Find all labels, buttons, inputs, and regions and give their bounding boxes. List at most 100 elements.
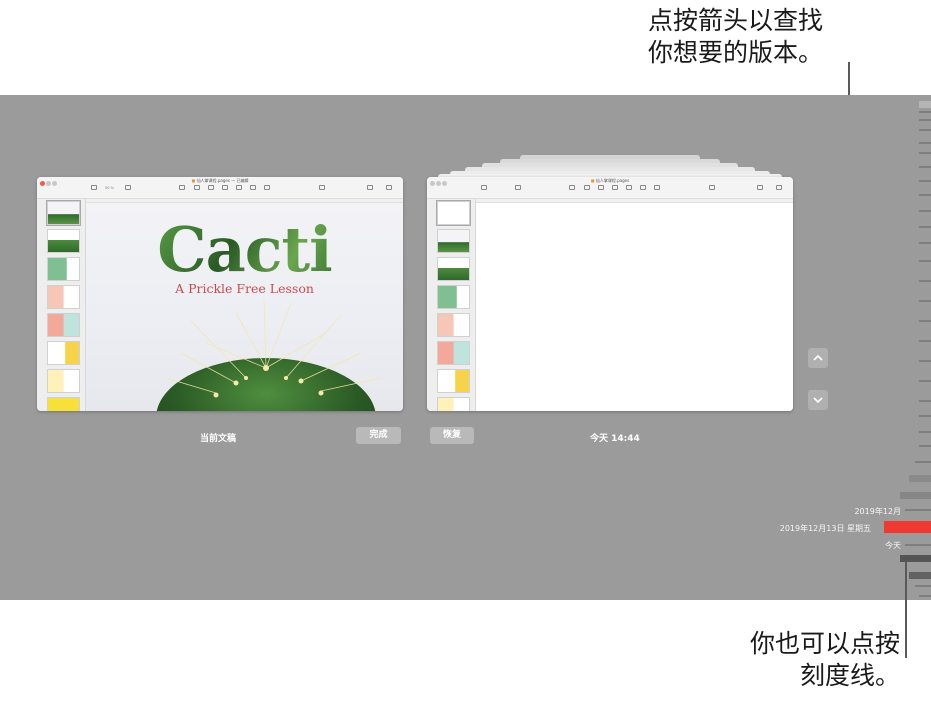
timeline-tick[interactable] xyxy=(909,475,931,482)
page-thumbnail xyxy=(437,229,470,253)
version-window[interactable]: ■ 仙人掌课程.pages xyxy=(427,177,793,411)
timeline-tick[interactable] xyxy=(919,360,931,362)
insert-icon[interactable] xyxy=(179,185,185,190)
callout-ticks-hint: 你也可以点按 刻度线。 xyxy=(700,628,900,692)
timeline-month-label: 2019年12月 xyxy=(854,507,901,516)
callout-arrows-hint: 点按箭头以查找 你想要的版本。 xyxy=(648,5,888,69)
page-thumbnail[interactable] xyxy=(47,257,80,281)
done-button[interactable]: 完成 xyxy=(356,427,401,444)
chart-icon xyxy=(598,185,604,190)
page-thumbnail xyxy=(437,285,470,309)
share-icon[interactable] xyxy=(319,185,325,190)
timeline-date-label: 2019年12月13日 星期五 xyxy=(779,524,871,533)
next-version-button[interactable] xyxy=(808,390,828,410)
page-thumbnail[interactable] xyxy=(47,397,80,411)
timeline-tick[interactable] xyxy=(919,142,931,144)
timeline-tick[interactable] xyxy=(919,152,931,154)
window-title-text: 仙人掌课程.pages xyxy=(595,178,630,183)
timeline-tick[interactable] xyxy=(919,445,931,447)
window-title: ■ 仙人掌课程.pages — 已编辑 xyxy=(191,178,249,183)
view-icon xyxy=(481,185,487,190)
page-thumbnail xyxy=(437,397,470,411)
timeline-tick[interactable] xyxy=(919,380,931,382)
timeline-tick[interactable] xyxy=(919,101,931,108)
timeline-tick[interactable] xyxy=(919,242,931,244)
share-icon xyxy=(709,185,715,190)
text-icon[interactable] xyxy=(222,185,228,190)
timeline-tick[interactable] xyxy=(919,415,931,417)
page-thumbnail[interactable] xyxy=(47,285,80,309)
version-browser: ■ 仙人掌课程.pages — 已编辑 50 % Cacti A Prickle… xyxy=(0,95,931,600)
current-document-label: 当前文稿 xyxy=(200,434,237,444)
callout-bottom-leader xyxy=(905,562,907,658)
timeline-tick[interactable] xyxy=(900,555,931,562)
comment-icon[interactable] xyxy=(264,185,270,190)
timeline-tick[interactable] xyxy=(919,129,931,131)
timeline-tick[interactable] xyxy=(919,320,931,322)
document-icon xyxy=(776,185,782,190)
timeline-tick[interactable] xyxy=(919,260,931,262)
table-icon[interactable] xyxy=(194,185,200,190)
cactus-photo xyxy=(156,297,382,411)
timeline-tick[interactable] xyxy=(919,119,931,121)
page-thumbnail xyxy=(437,369,470,393)
timeline-tick[interactable] xyxy=(919,210,931,212)
timeline-tick[interactable] xyxy=(919,431,931,433)
page-thumbnail[interactable] xyxy=(47,341,80,365)
window-title-text: 仙人掌课程.pages xyxy=(196,178,230,183)
page-thumbnail xyxy=(437,341,470,365)
timeline-tick[interactable] xyxy=(919,400,931,402)
document-canvas[interactable]: Cacti A Prickle Free Lesson xyxy=(86,203,403,411)
timeline-tick[interactable] xyxy=(905,544,931,546)
table-icon xyxy=(584,185,590,190)
page-thumbnail[interactable] xyxy=(47,229,80,253)
media-icon[interactable] xyxy=(250,185,256,190)
page-thumbnail[interactable] xyxy=(47,313,80,337)
timeline-tick[interactable] xyxy=(919,111,931,113)
comment-icon xyxy=(654,185,660,190)
current-document-window[interactable]: ■ 仙人掌课程.pages — 已编辑 50 % Cacti A Prickle… xyxy=(37,177,403,411)
callout-arrows-line2: 你想要的版本。 xyxy=(648,38,824,67)
timeline-tick[interactable] xyxy=(919,226,931,228)
version-time-label: 今天 14:44 xyxy=(590,434,640,444)
timeline-tick[interactable] xyxy=(905,509,931,511)
timeline-tick[interactable] xyxy=(919,194,931,196)
callout-ticks-line1: 你也可以点按 xyxy=(749,629,900,658)
previous-version-button[interactable] xyxy=(808,348,828,368)
timeline-tick[interactable] xyxy=(919,280,931,282)
media-icon xyxy=(640,185,646,190)
window-toolbar: ■ 仙人掌课程.pages — 已编辑 50 % xyxy=(37,177,403,199)
view-icon[interactable] xyxy=(91,185,97,190)
timeline-selected-tick[interactable] xyxy=(884,521,931,533)
restore-button[interactable]: 恢复 xyxy=(430,427,474,444)
callout-arrows-line1: 点按箭头以查找 xyxy=(648,6,824,35)
document-icon[interactable] xyxy=(386,185,392,190)
window-title-suffix: — 已编辑 xyxy=(231,178,249,183)
format-icon[interactable] xyxy=(367,185,373,190)
page-thumbnail[interactable] xyxy=(47,369,80,393)
page-thumbnail xyxy=(437,313,470,337)
timeline-tick[interactable] xyxy=(909,572,931,579)
chart-icon[interactable] xyxy=(208,185,214,190)
window-toolbar: ■ 仙人掌课程.pages xyxy=(427,177,793,199)
timeline-tick[interactable] xyxy=(919,180,931,182)
timeline-tick[interactable] xyxy=(915,585,931,587)
add-page-icon[interactable] xyxy=(125,185,131,190)
chevron-up-icon xyxy=(813,354,823,361)
page-thumbnails-sidebar[interactable] xyxy=(37,199,86,411)
page-thumbnails-sidebar xyxy=(427,199,476,411)
timeline-tick[interactable] xyxy=(915,461,931,463)
timeline-tick[interactable] xyxy=(919,340,931,342)
timeline-tick[interactable] xyxy=(919,300,931,302)
shape-icon[interactable] xyxy=(236,185,242,190)
zoom-value[interactable]: 50 % xyxy=(105,186,114,190)
text-icon xyxy=(612,185,618,190)
document-canvas xyxy=(476,203,793,411)
page-thumbnail[interactable] xyxy=(46,200,81,226)
timeline-tick[interactable] xyxy=(919,595,931,597)
timeline-tick[interactable] xyxy=(900,492,931,499)
add-page-icon xyxy=(515,185,521,190)
page-thumbnail xyxy=(437,257,470,281)
chevron-down-icon xyxy=(813,397,823,404)
timeline-tick[interactable] xyxy=(919,166,931,168)
